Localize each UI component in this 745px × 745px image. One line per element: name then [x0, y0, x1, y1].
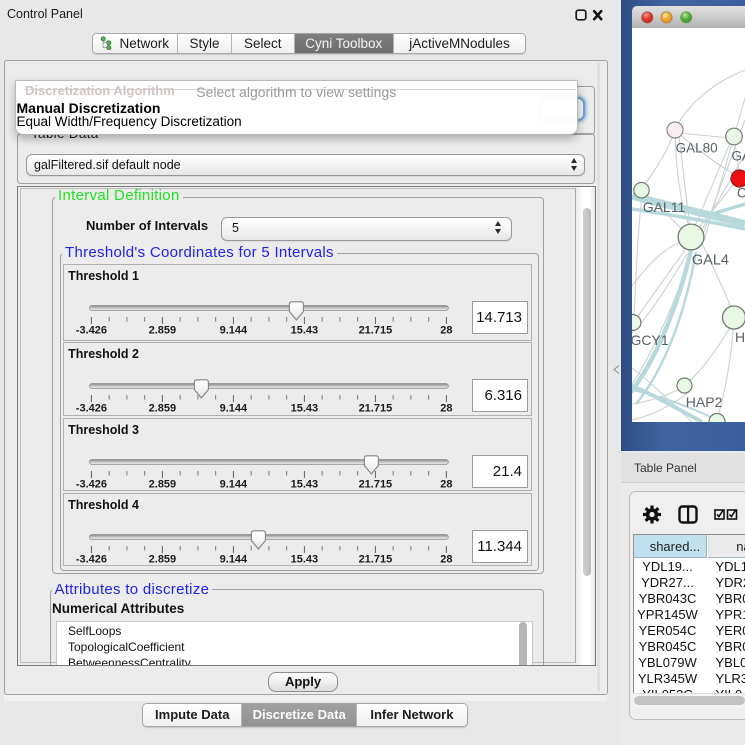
svg-text:GAL11: GAL11 — [643, 199, 686, 215]
svg-text:HAP2: HAP2 — [686, 394, 723, 410]
svg-text:GA: GA — [732, 148, 745, 163]
svg-text:GCY1: GCY1 — [632, 332, 669, 348]
svg-text:H: H — [735, 329, 745, 345]
svg-text:C: C — [737, 185, 745, 200]
svg-text:GAL4: GAL4 — [692, 252, 729, 268]
svg-text:GAL80: GAL80 — [676, 140, 718, 155]
